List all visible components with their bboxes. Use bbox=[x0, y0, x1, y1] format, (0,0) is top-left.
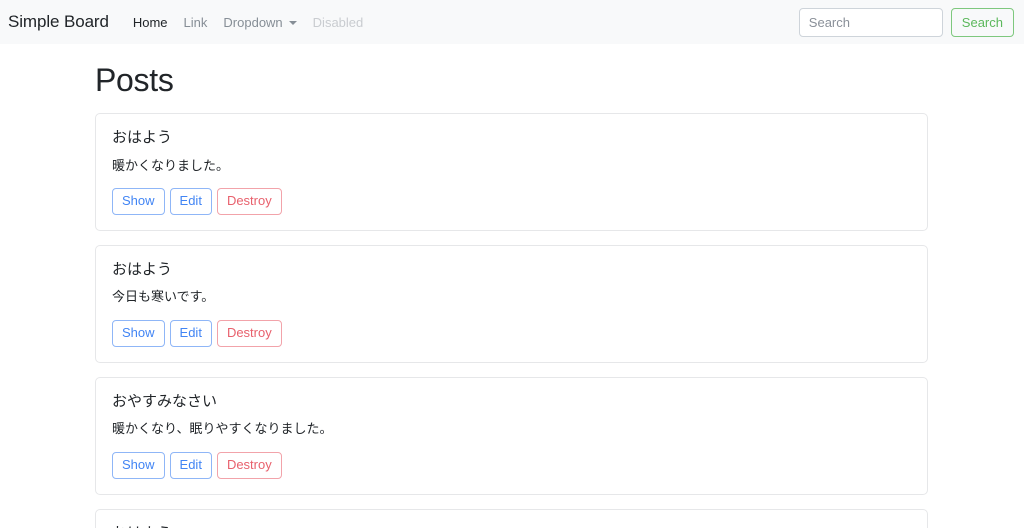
show-button[interactable]: Show bbox=[112, 319, 165, 347]
navbar-links: Home Link Dropdown Disabled bbox=[125, 11, 371, 34]
post-body: 今日も寒いです。 bbox=[112, 289, 215, 305]
nav-link-dropdown[interactable]: Dropdown bbox=[215, 11, 304, 34]
post-actions: Show Edit Destroy bbox=[112, 187, 911, 215]
nav-item-dropdown[interactable]: Dropdown bbox=[215, 11, 304, 34]
nav-link-disabled: Disabled bbox=[312, 14, 364, 30]
post-actions: Show Edit Destroy bbox=[112, 451, 911, 479]
show-button[interactable]: Show bbox=[112, 451, 165, 479]
search-button[interactable]: Search bbox=[950, 7, 1014, 37]
post-card: おはよう Show Edit Destroy bbox=[95, 508, 928, 528]
caret-down-icon bbox=[288, 21, 297, 25]
edit-button[interactable]: Edit bbox=[169, 319, 212, 347]
post-title: おやすみなさい bbox=[112, 392, 218, 410]
show-button[interactable]: Show bbox=[112, 187, 165, 215]
post-card: おやすみなさい 暖かくなり、眠りやすくなりました。 Show Edit Dest… bbox=[95, 376, 928, 495]
post-body: 暖かくなりました。 bbox=[112, 157, 230, 173]
post-card: おはよう 暖かくなりました。 Show Edit Destroy bbox=[95, 113, 928, 231]
post-title: おはよう bbox=[112, 524, 911, 528]
post-title: おはよう bbox=[112, 129, 173, 146]
navbar-brand[interactable]: Simple Board bbox=[8, 12, 109, 32]
nav-link-home[interactable]: Home bbox=[125, 11, 176, 34]
post-body: 暖かくなり、眠りやすくなりました。 bbox=[112, 421, 333, 437]
post-actions: Show Edit Destroy bbox=[112, 319, 911, 347]
search-input[interactable] bbox=[798, 7, 943, 37]
nav-link-link[interactable]: Link bbox=[176, 11, 216, 34]
nav-item-link[interactable]: Link bbox=[176, 11, 216, 34]
nav-item-disabled: Disabled bbox=[305, 11, 372, 34]
main-content: Posts おはよう 暖かくなりました。 Show Edit Destroy お… bbox=[0, 62, 1024, 528]
destroy-button[interactable]: Destroy bbox=[216, 451, 282, 479]
destroy-button[interactable]: Destroy bbox=[216, 319, 282, 347]
nav-item-home[interactable]: Home bbox=[125, 11, 176, 34]
post-title: おはよう bbox=[112, 260, 173, 278]
navbar: Simple Board Home Link Dropdown Disabled… bbox=[0, 0, 1024, 44]
post-card: おはよう 今日も寒いです。 Show Edit Destroy bbox=[95, 244, 928, 363]
edit-button[interactable]: Edit bbox=[169, 451, 212, 479]
navbar-search-form: Search bbox=[798, 0, 1014, 44]
edit-button[interactable]: Edit bbox=[169, 187, 212, 215]
nav-link-dropdown-label: Dropdown bbox=[223, 14, 283, 30]
page-title: Posts bbox=[95, 62, 174, 98]
destroy-button[interactable]: Destroy bbox=[216, 187, 282, 215]
